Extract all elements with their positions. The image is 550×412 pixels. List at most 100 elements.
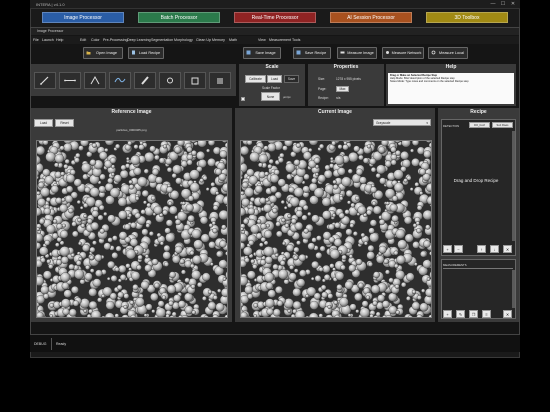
status-divider — [51, 338, 52, 350]
menu-measurement[interactable]: Measurement — [269, 36, 291, 44]
clear-tool[interactable] — [184, 72, 206, 89]
step-down-button[interactable]: ↓ — [490, 245, 499, 253]
measure-local-button[interactable]: Measure Local — [428, 47, 468, 59]
menu-color[interactable]: Color — [91, 36, 100, 44]
menu-file[interactable]: File — [33, 36, 39, 44]
delete-step-button[interactable]: ✕ — [503, 245, 512, 253]
app-title: Image Processor — [37, 29, 64, 33]
angle-icon — [90, 75, 100, 85]
spline-icon — [114, 77, 126, 83]
pen-icon — [40, 76, 49, 85]
status-bar: DEBUG Ready — [30, 334, 520, 352]
arrow-up-icon: ↑ — [480, 247, 483, 252]
launcher-title-bar: INTERA | v4.1.0 — [30, 0, 520, 9]
calibrate-button[interactable]: Calibrate — [245, 75, 266, 83]
menu-clean-up[interactable]: Clean Up — [196, 36, 211, 44]
save-icon — [246, 50, 251, 55]
help-line-2: Notes Mode: Type notes and comments on t… — [390, 80, 469, 83]
measure-list-button[interactable]: ≡ — [482, 310, 491, 318]
help-text-box[interactable]: Drag or Make an Selected Recipe Step Hel… — [388, 73, 514, 104]
scale-save-button[interactable]: Save — [284, 75, 299, 83]
eraser-tool[interactable] — [209, 72, 231, 89]
reference-image-header: Reference Image — [111, 109, 152, 115]
clear-icon — [191, 77, 199, 85]
scale-load-button[interactable]: Load — [267, 75, 282, 83]
view-mode-select[interactable]: Grayscale ▾ — [373, 119, 431, 126]
brush-icon — [141, 76, 149, 85]
spline-tool[interactable] — [109, 72, 131, 89]
tab-do-conf[interactable]: DO_Conf — [469, 122, 490, 128]
close-icon: ✕ — [505, 312, 510, 317]
angle-tool[interactable] — [84, 72, 106, 89]
recipe-label: Recipe: — [318, 96, 329, 100]
page-label: Page: — [318, 87, 327, 91]
arrow-down-icon: ↓ — [493, 247, 496, 252]
measure-copy-button[interactable]: ❐ — [469, 310, 478, 318]
menu-launch[interactable]: Launch — [42, 36, 54, 44]
current-image[interactable] — [240, 140, 432, 318]
open-image-button[interactable]: Open Image — [83, 47, 123, 59]
load-recipe-button[interactable]: Load Recipe — [128, 47, 164, 59]
plus-icon: + — [446, 312, 449, 317]
measure-delete-button[interactable]: ✕ — [503, 310, 512, 318]
reference-reset-button[interactable]: Reset — [55, 119, 74, 127]
maximize-button[interactable]: ☐ — [498, 0, 508, 9]
status-mode: DEBUG — [34, 342, 47, 346]
minimize-button[interactable]: — — [488, 0, 498, 9]
particle-image-current — [241, 141, 431, 317]
network-icon — [386, 51, 389, 54]
save-recipe-button[interactable]: Save Recipe — [293, 47, 331, 59]
reference-image[interactable] — [36, 140, 228, 318]
tab-image-processor[interactable]: Image Processor — [42, 12, 124, 23]
help-header: Help — [445, 64, 457, 70]
menu-preprocessing[interactable]: Pre-Processing — [103, 36, 128, 44]
remove-step-button[interactable]: − — [454, 245, 463, 253]
menu-math[interactable]: Math — [229, 36, 237, 44]
tab-batch-processor[interactable]: Batch Processor — [138, 12, 220, 23]
launcher-title: INTERA | v4.1.0 — [36, 2, 65, 7]
step-up-button[interactable]: ↑ — [477, 245, 486, 253]
menu-deep-learning[interactable]: Deep Learning — [127, 36, 151, 44]
menu-segmentation[interactable]: Segmentation — [151, 36, 173, 44]
line-tool[interactable] — [59, 72, 81, 89]
pen-tool[interactable] — [34, 72, 56, 89]
line-icon — [64, 79, 76, 82]
copy-icon: ❐ — [471, 312, 476, 317]
reference-filename: particles_0000465.png — [116, 128, 147, 132]
menu-morphology[interactable]: Morphology — [174, 36, 193, 44]
page-select[interactable]: Max — [336, 86, 349, 92]
measure-edit-button[interactable]: ✎ — [456, 310, 465, 318]
folder-icon — [86, 51, 91, 55]
recipe-value: n/a — [336, 96, 341, 100]
tab-sort-rows[interactable]: Sort Rows — [492, 122, 513, 128]
scale-checkbox[interactable] — [241, 97, 245, 101]
menu-edit[interactable]: Edit — [80, 36, 86, 44]
scale-factor-field[interactable]: None — [261, 92, 280, 101]
fill-tool[interactable] — [159, 72, 181, 89]
menu-help[interactable]: Help — [56, 36, 63, 44]
eraser-icon — [217, 78, 223, 84]
recipe-header: Recipe — [470, 109, 487, 115]
measurements-scrollbar[interactable] — [512, 270, 515, 308]
menu-view[interactable]: View — [258, 36, 266, 44]
measure-image-button[interactable]: Measure Image — [337, 47, 377, 59]
measurements-label: MEASUREMENTS — [443, 263, 467, 267]
tab-realtime-processor[interactable]: Real-Time Processor — [234, 12, 316, 23]
plus-icon: + — [446, 247, 449, 252]
recipe-scrollbar[interactable] — [512, 131, 515, 241]
tab-ai-session-processor[interactable]: AI Session Processor — [330, 12, 412, 23]
add-step-button[interactable]: + — [443, 245, 452, 253]
measure-network-button[interactable]: Measure Network — [382, 47, 424, 59]
close-button[interactable]: ✕ — [508, 0, 518, 9]
brush-tool[interactable] — [134, 72, 156, 89]
tab-3d-toolbox[interactable]: 3D Toolbox — [426, 12, 508, 23]
save-image-button[interactable]: Save Image — [243, 47, 281, 59]
menu-tools[interactable]: Tools — [292, 36, 300, 44]
measure-add-button[interactable]: + — [443, 310, 452, 318]
menu-memory[interactable]: Memory — [212, 36, 225, 44]
reference-load-button[interactable]: Load — [34, 119, 53, 127]
ruler-icon — [340, 51, 345, 54]
drag-drop-area[interactable]: Drag and Drop Recipe — [441, 131, 511, 243]
target-icon — [431, 50, 436, 55]
scale-header: Scale — [265, 64, 279, 70]
